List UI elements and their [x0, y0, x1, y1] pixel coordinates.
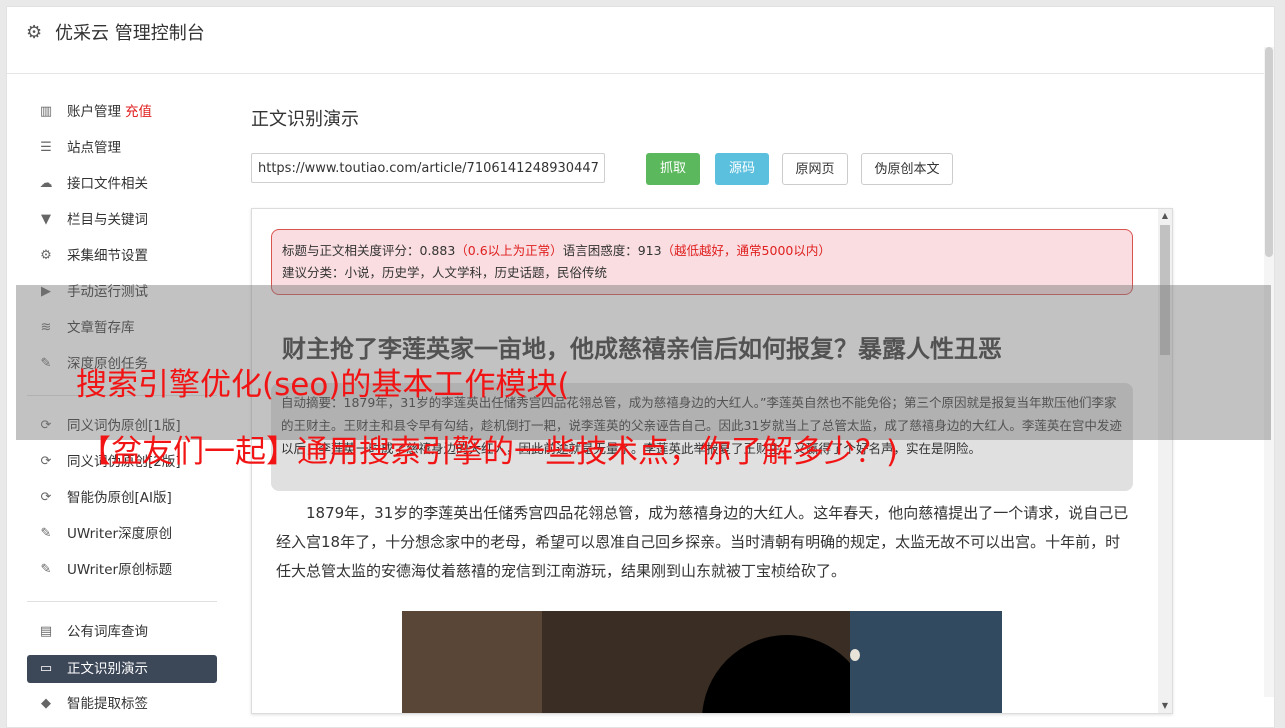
page-title: 正文识别演示 [251, 109, 359, 130]
sidebar-item-label: 接口文件相关 [67, 176, 148, 192]
url-input[interactable] [251, 153, 605, 183]
overlay-banner [16, 285, 1271, 440]
app-title: 优采云 管理控制台 [55, 23, 205, 44]
sidebar-item-ai-pseudo[interactable]: ⟳ 智能伪原创[AI版] [27, 485, 217, 521]
relevance-hint: （0.6以上为正常） [455, 243, 563, 258]
sidebar-item-sites[interactable]: ☰ 站点管理 [27, 135, 217, 171]
server-icon: ☰ [40, 140, 52, 155]
sidebar-item-collect-settings[interactable]: ⚙ 采集细节设置 [27, 243, 217, 279]
cloud-upload-icon: ☁ [39, 176, 53, 191]
edit-icon: ✎ [40, 526, 52, 541]
sidebar-item-public-lexicon[interactable]: ▤ 公有词库查询 [27, 619, 217, 655]
sidebar-divider [27, 601, 217, 602]
sidebar-item-label: 公有词库查询 [67, 624, 148, 640]
sidebar-item-label: UWriter深度原创 [67, 526, 173, 542]
category-suggestion: 建议分类：小说，历史学，人文学科，历史话题，民俗传统 [282, 265, 608, 280]
article-image [402, 611, 1002, 713]
sidebar-item-columns-keywords[interactable]: ▼ 栏目与关键词 [27, 207, 217, 243]
overlay-headline-line2: 【盆友们一起】通用搜索引擎的一些技术点，你了解多少？) [80, 434, 899, 470]
perplexity-hint: （越低越好，通常5000以内） [661, 243, 831, 258]
sidebar-item-text-recognition[interactable]: ▭ 正文识别演示 [27, 655, 217, 683]
sidebar-item-label: 站点管理 [67, 140, 121, 156]
sidebar-item-account[interactable]: ▥ 账户管理 充值 [27, 99, 217, 135]
bar-chart-icon: ▥ [39, 104, 53, 119]
sidebar-item-uwriter-title[interactable]: ✎ UWriter原创标题 [27, 557, 217, 593]
sidebar-item-interface-files[interactable]: ☁ 接口文件相关 [27, 171, 217, 207]
refresh-icon: ⟳ [40, 490, 52, 505]
sidebar-item-label: 智能伪原创[AI版] [67, 490, 172, 506]
tag-icon: ◆ [41, 696, 51, 711]
sidebar-item-uwriter-deep[interactable]: ✎ UWriter深度原创 [27, 521, 217, 557]
scroll-up-arrow-icon[interactable]: ▲ [1158, 209, 1172, 223]
fetch-button[interactable]: 抓取 [646, 153, 700, 185]
gear-icon: ⚙ [26, 22, 43, 43]
sidebar-item-label: UWriter原创标题 [67, 562, 173, 578]
original-page-button[interactable]: 原网页 [782, 153, 848, 185]
main-panel: 正文识别演示 抓取 源码 原网页 伪原创本文 [251, 105, 953, 185]
monitor-icon: ▭ [39, 661, 53, 676]
sidebar-item-label: 智能提取标签 [67, 696, 148, 712]
sidebar-item-label: 账户管理 [67, 104, 121, 120]
relevance-score: 标题与正文相关度评分：0.883 [282, 243, 456, 258]
image-ornament [850, 649, 860, 661]
sidebar-item-label: 采集细节设置 [67, 248, 148, 264]
image-right-region [850, 611, 1002, 713]
pseudo-original-button[interactable]: 伪原创本文 [861, 153, 953, 185]
image-left-region [402, 611, 542, 713]
recharge-link[interactable]: 充值 [125, 104, 152, 120]
sidebar-item-label: 栏目与关键词 [67, 212, 148, 228]
perplexity-score: 语言困惑度：913 [562, 243, 662, 258]
sidebar-item-label: 正文识别演示 [67, 661, 148, 677]
book-icon: ▤ [39, 624, 53, 639]
refresh-icon: ⟳ [40, 454, 52, 469]
sidebar-item-tag-extract[interactable]: ◆ 智能提取标签 [27, 691, 217, 727]
overlay-headline-line1: 搜索引擎优化(seo)的基本工作模块( [76, 367, 570, 403]
page-scrollbar-thumb[interactable] [1265, 47, 1273, 257]
edit-icon: ✎ [40, 562, 52, 577]
top-bar: ⚙ 优采云 管理控制台 [7, 7, 1274, 74]
gears-icon: ⚙ [40, 248, 52, 263]
source-button[interactable]: 源码 [715, 153, 769, 185]
filter-icon: ▼ [41, 212, 51, 227]
image-hat-shape [702, 635, 872, 713]
scroll-down-arrow-icon[interactable]: ▼ [1158, 699, 1172, 713]
article-paragraph: 1879年，31岁的李莲英出任储秀宫四品花翎总管，成为慈禧身边的大红人。这年春天… [276, 504, 1129, 580]
